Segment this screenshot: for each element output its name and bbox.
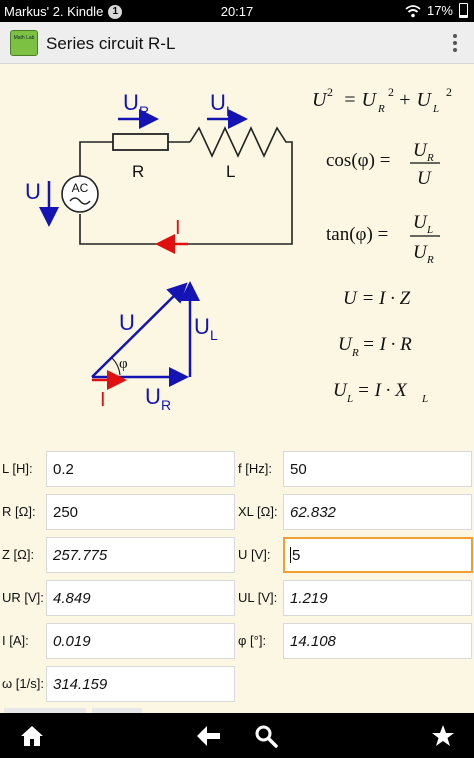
favorite-icon[interactable] bbox=[431, 724, 455, 748]
overflow-menu-icon[interactable] bbox=[452, 34, 458, 52]
ac-label: AC bbox=[72, 181, 89, 195]
f1-sub-r: R bbox=[377, 103, 385, 115]
phasor-ur-label: U bbox=[145, 384, 161, 409]
f2-den: U bbox=[417, 168, 432, 189]
inductance-input[interactable]: 0.2 bbox=[46, 451, 235, 487]
battery-icon bbox=[459, 3, 468, 18]
f6-a: U bbox=[333, 380, 348, 401]
navigation-bar bbox=[0, 713, 474, 758]
home-icon[interactable] bbox=[19, 724, 45, 748]
text-cursor bbox=[290, 547, 291, 563]
f1-eq: = U bbox=[343, 89, 377, 111]
f1-exp3: 2 bbox=[446, 85, 452, 99]
wifi-icon bbox=[405, 4, 421, 17]
f3-den: U bbox=[413, 242, 428, 263]
f2-num-sub: R bbox=[426, 152, 434, 164]
label-impedance: Z [Ω]: bbox=[2, 547, 35, 562]
page-title: Series circuit R-L bbox=[46, 34, 176, 53]
frequency-input[interactable]: 50 bbox=[283, 451, 472, 487]
label-inductance: L [H]: bbox=[2, 461, 33, 476]
f3-num: U bbox=[413, 212, 428, 233]
reactance-output[interactable]: 62.832 bbox=[283, 494, 472, 530]
label-phi: φ [°]: bbox=[238, 633, 267, 648]
i-label: I bbox=[175, 217, 181, 239]
f4: U = I · Z bbox=[343, 288, 411, 309]
phasor-ul-sub: L bbox=[210, 327, 218, 343]
f5-b: = I · R bbox=[362, 334, 412, 355]
u-label: U bbox=[25, 179, 41, 204]
f5-a: U bbox=[338, 334, 353, 355]
f6-sub: L bbox=[346, 393, 353, 405]
f1-exp2: 2 bbox=[388, 85, 394, 99]
ul-sub: L bbox=[226, 103, 234, 119]
current-output[interactable]: 0.019 bbox=[46, 623, 235, 659]
ur-label: U bbox=[123, 90, 139, 115]
label-resistance: R [Ω]: bbox=[2, 504, 36, 519]
status-right: 17% bbox=[405, 3, 468, 18]
phasor-u-label: U bbox=[119, 310, 135, 335]
label-current: I [A]: bbox=[2, 633, 29, 648]
f1-lhs: U bbox=[312, 89, 328, 111]
phasor-ur-sub: R bbox=[161, 397, 171, 413]
voltage-value: 5 bbox=[292, 547, 301, 564]
search-icon[interactable] bbox=[254, 724, 278, 748]
battery-percent: 17% bbox=[426, 3, 453, 18]
f3-num-sub: L bbox=[426, 224, 433, 236]
phi-label: φ bbox=[119, 356, 128, 372]
f1-sub-l: L bbox=[432, 103, 439, 115]
f5-sub: R bbox=[351, 347, 359, 359]
clock: 20:17 bbox=[220, 4, 254, 19]
back-icon[interactable] bbox=[196, 725, 222, 747]
f2-num: U bbox=[413, 140, 428, 161]
f1-plus: + U bbox=[398, 89, 432, 111]
label-ul: UL [V]: bbox=[238, 590, 278, 605]
f6-b: = I · X bbox=[357, 380, 408, 401]
phasor-i-label: I bbox=[100, 389, 106, 411]
ul-output[interactable]: 1.219 bbox=[283, 580, 472, 616]
impedance-output[interactable]: 257.775 bbox=[46, 537, 235, 573]
ac-source-icon: AC bbox=[61, 175, 99, 213]
ur-sub: R bbox=[139, 103, 149, 119]
label-voltage: U [V]: bbox=[238, 547, 271, 562]
omega-output[interactable]: 314.159 bbox=[46, 666, 235, 702]
phasor-ul-label: U bbox=[194, 314, 210, 339]
circuit-diagram: AC U R U L U R L I φ U U L U R I U 2 = U… bbox=[25, 85, 452, 413]
app-icon[interactable]: Math Lab bbox=[10, 30, 38, 56]
f6-sub2: L bbox=[421, 393, 428, 405]
f2-lhs: cos(φ) = bbox=[326, 150, 390, 171]
phi-output[interactable]: 14.108 bbox=[283, 623, 472, 659]
voltage-input[interactable]: 5 bbox=[283, 537, 473, 573]
label-frequency: f [Hz]: bbox=[238, 461, 272, 476]
label-ur: UR [V]: bbox=[2, 590, 44, 605]
resistance-input[interactable]: 250 bbox=[46, 494, 235, 530]
action-bar: Math Lab Series circuit R-L bbox=[0, 22, 474, 64]
r-label: R bbox=[132, 162, 144, 181]
l-label: L bbox=[226, 162, 235, 181]
f1-exp: 2 bbox=[327, 85, 333, 99]
label-omega: ω [1/s]: bbox=[2, 676, 44, 691]
app-icon-label: Math Lab bbox=[13, 35, 35, 41]
f3-den-sub: R bbox=[426, 254, 434, 266]
ul-label: U bbox=[210, 90, 226, 115]
label-reactance: XL [Ω]: bbox=[238, 504, 278, 519]
ur-output[interactable]: 4.849 bbox=[46, 580, 235, 616]
status-bar: Markus' 2. Kindle 1 20:17 17% bbox=[0, 0, 474, 22]
f3-lhs: tan(φ) = bbox=[326, 224, 388, 245]
